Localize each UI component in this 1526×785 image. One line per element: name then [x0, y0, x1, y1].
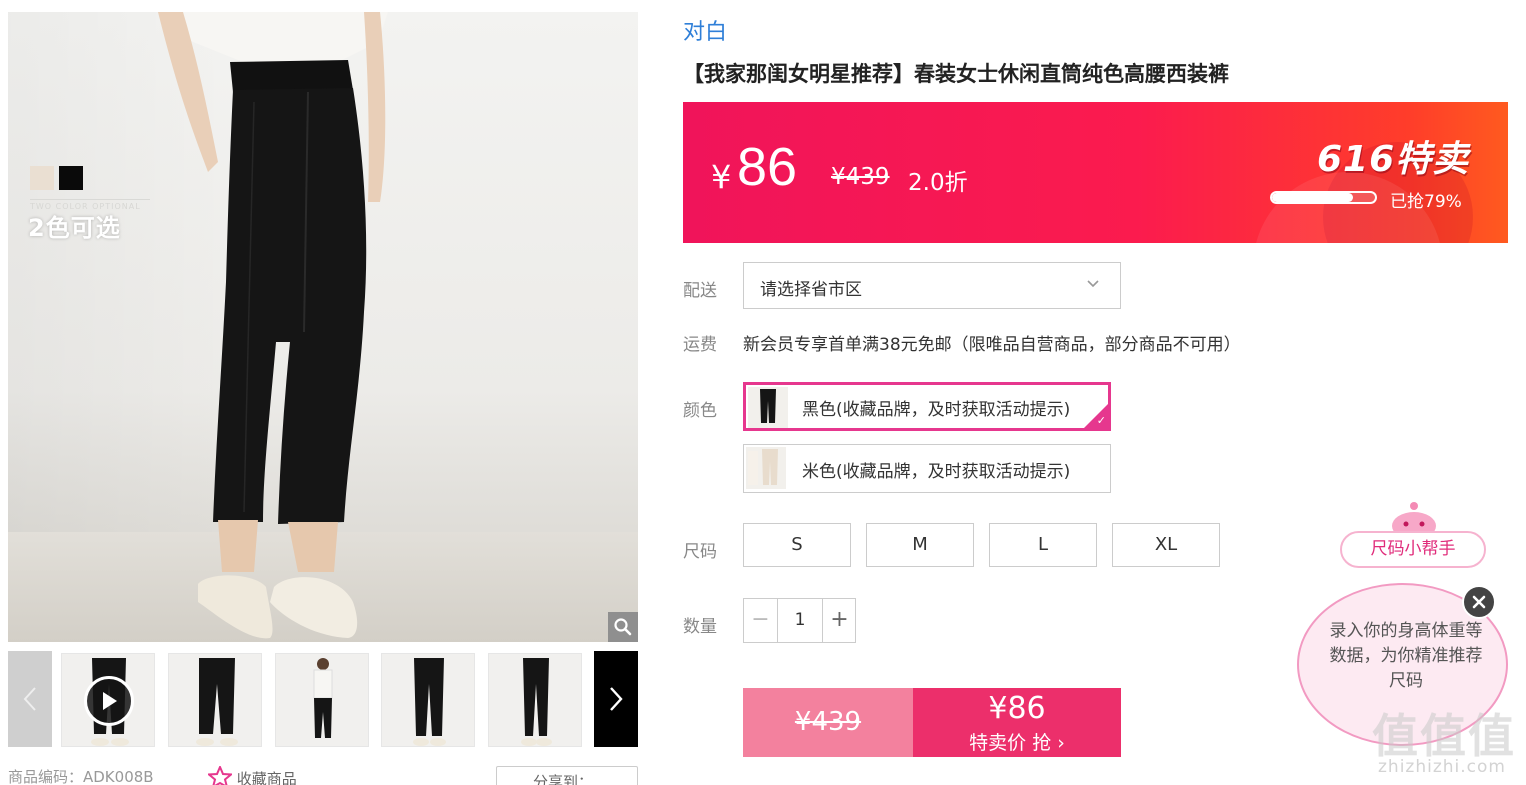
size-option-xl[interactable]: XL: [1112, 523, 1220, 567]
region-select-value: 请选择省市区: [760, 280, 862, 300]
price-banner: ¥ 86 ¥439 2.0折 616特卖 已抢79%: [683, 102, 1508, 243]
color-thumb-black: [748, 387, 788, 428]
size-helper-message: 录入你的身高体重等数据，为你精准推荐尺码: [1329, 621, 1483, 691]
magnifier-icon[interactable]: [608, 612, 638, 642]
quantity-plus-button[interactable]: +: [822, 599, 856, 642]
thumbnail-2[interactable]: [168, 653, 262, 747]
size-option-l[interactable]: L: [989, 523, 1097, 567]
discount-label: 2.0折: [908, 170, 968, 196]
buy-original-price: ¥439: [743, 688, 913, 757]
chevron-left-icon: [23, 687, 36, 711]
swatch-black: [59, 166, 83, 190]
promo-title: 616特卖: [1317, 139, 1470, 180]
color-thumb-beige: [746, 447, 786, 489]
thumbnail-3[interactable]: [275, 653, 369, 747]
quantity-label: 数量: [683, 617, 717, 637]
quantity-stepper: − 1 +: [743, 598, 856, 643]
thumb-prev-button[interactable]: [8, 651, 52, 747]
product-page: TWO COLOR OPTIONAL 2色可选 商品编码：ADK008B 收藏商…: [0, 0, 1526, 785]
current-price: 86: [737, 137, 798, 197]
pants-illustration: [158, 12, 388, 639]
watermark-url: zhizhizhi.com: [1378, 757, 1506, 777]
buy-price: ¥86: [988, 691, 1046, 726]
grab-progress-bar: [1270, 191, 1377, 204]
color-option-label: 黑色(收藏品牌，及时获取活动提示): [802, 400, 1071, 420]
product-code: 商品编码：ADK008B: [8, 768, 154, 785]
buy-now-button[interactable]: ¥86 特卖价 抢 ›: [913, 688, 1121, 757]
thumbnail-strip: [8, 651, 638, 747]
quantity-input[interactable]: 1: [778, 599, 822, 642]
brand-link[interactable]: 对白: [683, 14, 727, 46]
original-price: ¥439: [831, 164, 890, 190]
thumbnail-4[interactable]: [381, 653, 475, 747]
shipping-label: 运费: [683, 335, 717, 355]
play-icon[interactable]: [84, 676, 134, 726]
size-label: 尺码: [683, 542, 717, 562]
size-option-m[interactable]: M: [866, 523, 974, 567]
size-option-s[interactable]: S: [743, 523, 851, 567]
product-title: 【我家那闺女明星推荐】春装女士休闲直筒纯色高腰西装裤: [683, 62, 1229, 86]
thumbnail-image: [196, 658, 238, 746]
delivery-label: 配送: [683, 281, 717, 301]
quantity-minus-button[interactable]: −: [744, 599, 778, 642]
swatch-title: 2色可选: [28, 214, 121, 242]
color-option-black[interactable]: 黑色(收藏品牌，及时获取活动提示) ✓: [743, 382, 1111, 431]
meta-row: 商品编码：ADK008B 收藏商品 分享到：: [8, 764, 638, 785]
thumbnail-image: [413, 658, 446, 746]
color-label: 颜色: [683, 401, 717, 421]
thumb-next-button[interactable]: [594, 651, 638, 747]
share-dropdown[interactable]: 分享到：: [496, 766, 638, 785]
share-label: 分享到：: [533, 773, 594, 785]
chevron-down-icon: [1087, 280, 1099, 288]
buy-action-label: 特卖价 抢 ›: [969, 732, 1065, 754]
color-option-beige[interactable]: 米色(收藏品牌，及时获取活动提示): [743, 444, 1111, 493]
size-helper-tag[interactable]: 尺码小帮手: [1340, 531, 1486, 568]
color-option-label: 米色(收藏品牌，及时获取活动提示): [802, 462, 1071, 482]
chevron-right-icon: [610, 687, 623, 711]
region-select[interactable]: 请选择省市区: [743, 262, 1121, 309]
shipping-text: 新会员专享首单满38元免邮（限唯品自营商品，部分商品不可用）: [743, 335, 1241, 355]
currency-symbol: ¥: [711, 158, 732, 196]
main-product-image[interactable]: TWO COLOR OPTIONAL 2色可选: [8, 12, 638, 642]
buy-button[interactable]: ¥439 ¥86 特卖价 抢 ›: [743, 688, 1121, 757]
thumbnail-video[interactable]: [61, 653, 155, 747]
swatch-beige: [30, 166, 54, 190]
star-icon: [206, 764, 234, 785]
thumbnail-image: [521, 658, 552, 746]
thumbnail-image: [313, 658, 333, 738]
grab-progress-fill: [1272, 193, 1354, 202]
thumbnail-5[interactable]: [488, 653, 582, 747]
favorite-label: 收藏商品: [236, 770, 297, 785]
favorite-link[interactable]: 收藏商品: [206, 764, 297, 785]
check-icon: ✓: [1096, 414, 1106, 427]
grab-progress-label: 已抢79%: [1390, 192, 1462, 212]
close-icon[interactable]: [1462, 585, 1496, 619]
